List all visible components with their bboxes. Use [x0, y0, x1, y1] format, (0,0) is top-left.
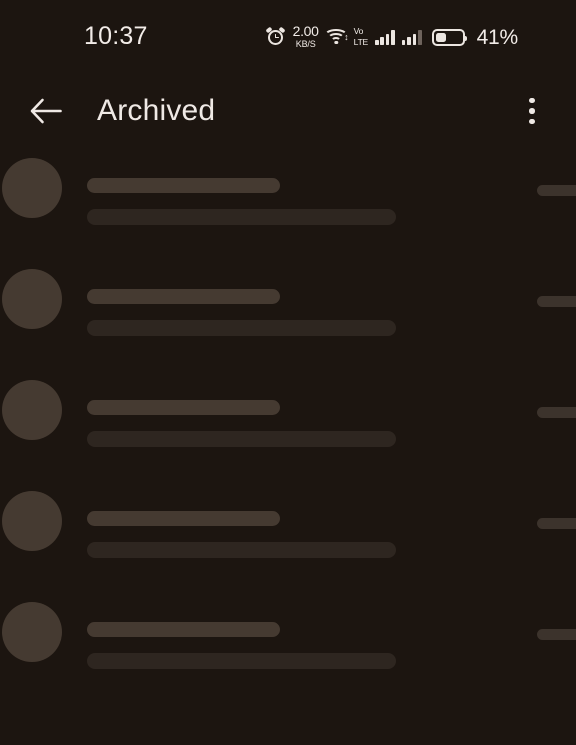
- volte-indicator: Vo LTE: [353, 26, 369, 47]
- skeleton-timestamp-line: [537, 518, 576, 529]
- list-item[interactable]: [0, 485, 576, 596]
- back-arrow-icon: [30, 98, 62, 124]
- list-item[interactable]: [0, 596, 576, 707]
- skeleton-timestamp-line: [537, 296, 576, 307]
- list-item[interactable]: [0, 152, 576, 263]
- skeleton-secondary-line: [87, 431, 396, 447]
- status-bar-clock: 10:37: [84, 22, 148, 50]
- signal-bars-icon-sim2: [401, 29, 422, 45]
- app-bar: Archived: [0, 70, 576, 152]
- alarm-clock-icon: [265, 26, 286, 47]
- archived-chat-list[interactable]: [0, 152, 576, 745]
- skeleton-primary-line: [87, 622, 280, 637]
- network-speed-indicator: 2.00 KB/S: [292, 23, 319, 49]
- skeleton-primary-line: [87, 178, 280, 193]
- skeleton-secondary-line: [87, 542, 396, 558]
- skeleton-primary-line: [87, 511, 280, 526]
- skeleton-timestamp-line: [537, 629, 576, 640]
- skeleton-timestamp-line: [537, 407, 576, 418]
- signal-bars-icon-sim1: [375, 29, 395, 45]
- network-speed-unit: KB/S: [295, 39, 316, 49]
- skeleton-secondary-line: [87, 653, 396, 669]
- overflow-menu-button[interactable]: [508, 87, 556, 135]
- skeleton-avatar: [2, 269, 62, 329]
- status-bar-icons: 2.00 KB/S ↕ Vo LTE 41%: [265, 23, 519, 51]
- list-item[interactable]: [0, 263, 576, 374]
- battery-icon: [431, 28, 468, 46]
- volte-label-line2: LTE: [353, 36, 369, 47]
- more-vertical-icon-dot: [529, 108, 535, 114]
- battery-percentage: 41%: [476, 25, 519, 49]
- skeleton-avatar: [2, 158, 62, 218]
- skeleton-avatar: [2, 491, 62, 551]
- network-speed-value: 2.00: [292, 23, 319, 39]
- skeleton-primary-line: [87, 289, 280, 304]
- more-vertical-icon-dot: [529, 118, 535, 125]
- skeleton-avatar: [2, 380, 62, 440]
- volte-label-line1: Vo: [353, 26, 364, 37]
- skeleton-primary-line: [87, 400, 280, 415]
- list-item[interactable]: [0, 374, 576, 485]
- back-button[interactable]: [22, 87, 70, 135]
- wifi-icon: ↕: [324, 27, 349, 47]
- skeleton-timestamp-line: [537, 185, 576, 196]
- skeleton-avatar: [2, 602, 62, 662]
- more-vertical-icon-dot: [529, 97, 535, 104]
- page-title: Archived: [97, 94, 216, 127]
- status-bar: 10:37 2.00 KB/S ↕ Vo LTE 41%: [0, 0, 576, 70]
- skeleton-secondary-line: [87, 320, 396, 336]
- skeleton-secondary-line: [87, 209, 396, 225]
